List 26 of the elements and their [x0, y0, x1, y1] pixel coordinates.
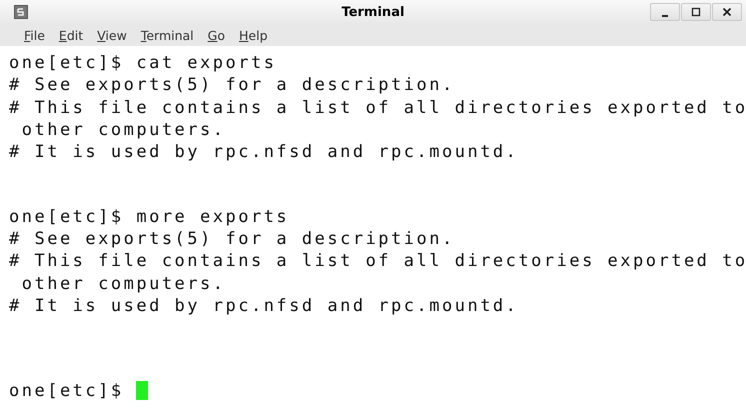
terminal-line: # This file contains a list of all directories exported to	[9, 250, 746, 273]
terminal-line: one[etc]$ more exports	[9, 206, 290, 228]
terminal-line: other computers.	[20, 118, 226, 142]
terminal-line: # See exports(5) for a description.	[9, 74, 456, 97]
terminal-prompt: one[etc]$	[9, 380, 125, 402]
menu-item[interactable]: Terminal	[140, 28, 194, 42]
close-button[interactable]	[712, 3, 742, 21]
close-icon	[722, 7, 732, 17]
menu-item[interactable]: Edit	[58, 28, 84, 42]
maximize-icon	[691, 7, 701, 17]
menu-item[interactable]: File	[24, 28, 45, 42]
terminal-line: one[etc]$ cat exports	[9, 52, 278, 74]
terminal-icon	[14, 5, 28, 19]
menu-item[interactable]: Go	[208, 28, 225, 42]
window-title: Terminal	[342, 4, 404, 20]
cursor	[136, 381, 148, 400]
terminal-line: # It is used by rpc.nfsd and rpc.mountd.	[9, 141, 520, 164]
terminal-line: # This file contains a list of all directories exported to	[9, 96, 746, 119]
terminal-line: # It is used by rpc.nfsd and rpc.mountd.	[9, 294, 520, 318]
terminal-line: # See exports(5) for a description.	[9, 228, 456, 250]
menu-item[interactable]: Help	[239, 28, 268, 42]
minimize-icon	[662, 14, 668, 16]
terminal-line: other computers.	[20, 272, 226, 295]
maximize-button[interactable]	[681, 3, 711, 21]
menu-item[interactable]: View	[97, 28, 127, 42]
minimize-button[interactable]	[650, 3, 680, 21]
